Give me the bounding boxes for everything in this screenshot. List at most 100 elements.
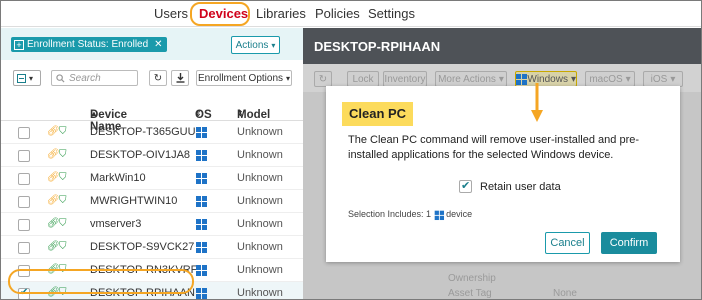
- chevron-down-icon: ▾: [29, 73, 34, 83]
- close-icon[interactable]: ✕: [154, 39, 162, 50]
- link-icon: 🔗︎: [47, 241, 60, 252]
- row-checkbox[interactable]: [18, 127, 30, 139]
- device-model: Unknown: [237, 287, 283, 299]
- table-row[interactable]: 🔗︎ ⛉ DESKTOP-OIV1JA8 Unknown: [1, 144, 303, 167]
- row-checkbox[interactable]: [18, 242, 30, 254]
- nav-policies[interactable]: Policies: [315, 6, 360, 21]
- chevron-down-icon: ▾: [498, 73, 504, 85]
- dialog-title: Clean PC: [342, 102, 414, 126]
- chevron-down-icon: ▾: [670, 73, 676, 85]
- list-toolbar: ▾ Search ↻ Enrollment Options ▾: [1, 66, 303, 90]
- table-row[interactable]: 🔗︎ ⛉ DESKTOP-T365GUU Unknown: [1, 121, 303, 144]
- table-row[interactable]: 🔗︎ ⛉ vmserver3 Unknown: [1, 213, 303, 236]
- windows-button[interactable]: Windows ▾: [515, 71, 577, 87]
- app-window: Users Devices Libraries Policies Setting…: [0, 0, 702, 300]
- search-input[interactable]: Search: [51, 70, 138, 86]
- search-icon: [56, 73, 65, 83]
- export-button[interactable]: [171, 70, 189, 86]
- device-name[interactable]: MarkWin10: [90, 172, 146, 184]
- more-actions-button[interactable]: More Actions ▾: [435, 71, 507, 87]
- refresh-button[interactable]: ↻: [149, 70, 167, 86]
- link-icon: 🔗︎: [47, 126, 60, 137]
- windows-icon: [196, 219, 207, 230]
- row-checkbox[interactable]: [18, 173, 30, 185]
- device-list-pane: + Enrollment Status: Enrolled ✕ Actions …: [1, 28, 303, 299]
- link-icon: 🔗︎: [47, 149, 60, 160]
- windows-icon: [196, 265, 207, 276]
- link-icon: 🔗︎: [47, 172, 60, 183]
- sort-icon: ⇕: [237, 109, 244, 118]
- filter-bar: + Enrollment Status: Enrolled ✕ Actions …: [1, 28, 303, 60]
- selection-summary: Selection Includes: 1 device: [348, 209, 473, 220]
- plus-icon: +: [14, 39, 24, 50]
- lock-button[interactable]: Lock: [347, 71, 379, 87]
- windows-icon: [434, 210, 445, 220]
- refresh-icon: ↻: [318, 73, 328, 85]
- device-name[interactable]: vmserver3: [90, 218, 141, 230]
- device-model: Unknown: [237, 264, 283, 276]
- device-model: Unknown: [237, 241, 283, 253]
- enrollment-filter-chip[interactable]: + Enrollment Status: Enrolled ✕: [11, 37, 167, 52]
- clean-pc-dialog: Clean PC The Clean PC command will remov…: [326, 86, 680, 262]
- actions-button[interactable]: Actions ▾: [231, 36, 280, 54]
- device-name[interactable]: DESKTOP-S9VCK27: [90, 241, 194, 253]
- table-row[interactable]: 🔗︎ ⛉ DESKTOP-S9VCK27 Unknown: [1, 236, 303, 259]
- ios-button[interactable]: iOS ▾: [643, 71, 683, 87]
- confirm-button[interactable]: Confirm: [601, 232, 657, 254]
- windows-icon: [196, 196, 207, 207]
- row-checkbox[interactable]: [18, 219, 30, 231]
- enrollment-options-label: Enrollment Options: [197, 72, 284, 84]
- download-icon: [176, 73, 184, 83]
- enrollment-options-dropdown[interactable]: Enrollment Options ▾: [196, 70, 292, 86]
- device-name[interactable]: MWRIGHTWIN10: [90, 195, 177, 207]
- shield-icon: ⛉: [59, 126, 67, 137]
- sort-icon: ▲: [90, 109, 98, 118]
- shield-icon: ⛉: [59, 195, 67, 206]
- chevron-down-icon: ▾: [286, 73, 291, 83]
- table-header: Device Name ▲ OS ⇕ Model ⇕: [1, 97, 303, 133]
- macos-button[interactable]: macOS ▾: [585, 71, 635, 87]
- windows-icon: [196, 242, 207, 253]
- shield-icon: ⛉: [59, 241, 67, 252]
- device-name[interactable]: DESKTOP-T365GUU: [90, 126, 196, 138]
- asset-tag-label: Asset Tag: [448, 288, 492, 299]
- arrow-annotation-icon: [531, 83, 543, 122]
- shield-icon: ⛉: [59, 218, 67, 229]
- nav-settings[interactable]: Settings: [368, 6, 415, 21]
- top-nav: Users Devices Libraries Policies Setting…: [1, 1, 701, 27]
- nav-users[interactable]: Users: [154, 6, 188, 21]
- refresh-icon: ↻: [153, 72, 163, 84]
- device-model: Unknown: [237, 218, 283, 230]
- device-model: Unknown: [237, 195, 283, 207]
- select-all-dropdown[interactable]: ▾: [13, 70, 41, 86]
- table-row[interactable]: 🔗︎ ⛉ MarkWin10 Unknown: [1, 167, 303, 190]
- checkbox-icon: [17, 73, 26, 83]
- nav-libraries[interactable]: Libraries: [256, 6, 306, 21]
- actions-label: Actions: [235, 39, 269, 51]
- asset-tag-value: None: [553, 288, 577, 299]
- chevron-down-icon: ▾: [570, 73, 576, 85]
- link-icon: 🔗︎: [47, 195, 60, 206]
- cancel-button[interactable]: Cancel: [545, 232, 590, 254]
- device-model: Unknown: [237, 149, 283, 161]
- shield-icon: ⛉: [59, 172, 67, 183]
- filter-chip-label: Enrollment Status: Enrolled: [27, 39, 149, 50]
- inventory-button[interactable]: Inventory: [383, 71, 427, 87]
- refresh-button[interactable]: ↻: [314, 71, 332, 87]
- windows-icon: [516, 73, 527, 85]
- row-checkbox[interactable]: [18, 196, 30, 208]
- detail-title: DESKTOP-RPIHAAN: [303, 28, 701, 64]
- chevron-down-icon: ▾: [271, 40, 276, 50]
- device-name[interactable]: DESKTOP-OIV1JA8: [90, 149, 190, 161]
- retain-user-data-checkbox[interactable]: [459, 179, 472, 193]
- table-row[interactable]: 🔗︎ ⛉ MWRIGHTWIN10 Unknown: [1, 190, 303, 213]
- device-model: Unknown: [237, 126, 283, 138]
- chevron-down-icon: ▾: [625, 73, 631, 85]
- windows-icon: [196, 288, 207, 299]
- selected-row-highlight-annotation: [8, 269, 194, 294]
- device-model: Unknown: [237, 172, 283, 184]
- retain-user-data-option[interactable]: Retain user data: [459, 179, 561, 193]
- devices-highlight-annotation: [190, 2, 250, 26]
- retain-user-data-label: Retain user data: [480, 180, 561, 193]
- row-checkbox[interactable]: [18, 150, 30, 162]
